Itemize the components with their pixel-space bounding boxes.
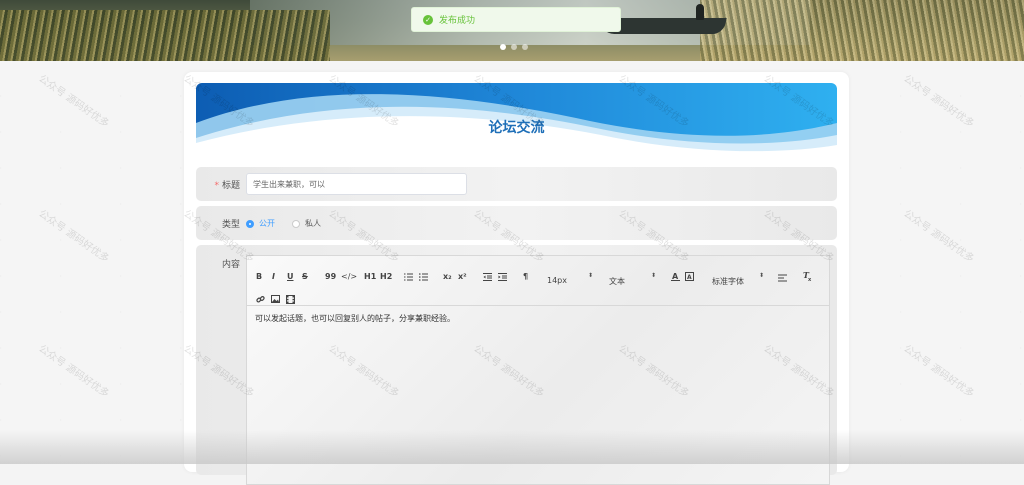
radio-public-circle — [246, 219, 254, 228]
title-input[interactable] — [246, 173, 467, 195]
align-icon[interactable] — [778, 274, 787, 284]
font-size-value: 14px — [547, 276, 567, 285]
header-select[interactable]: 文本 ⬍ — [609, 272, 656, 287]
header-1-button[interactable]: H1 — [364, 272, 376, 281]
check-circle-icon: ✓ — [423, 14, 433, 25]
title-label: * 标题 — [214, 181, 240, 191]
editor-content[interactable]: 可以发起话题，也可以回复别人的帖子，分享兼职经验。 — [255, 313, 455, 324]
banner-grass-left — [0, 10, 330, 61]
page-title: 论坛交流 — [488, 120, 545, 136]
font-family-value: 标准字体 — [712, 277, 744, 286]
svg-text:A: A — [687, 274, 692, 281]
font-family-caret-icon: ⬍ — [759, 272, 765, 279]
carousel-dot-1[interactable] — [500, 44, 506, 50]
clear-format-icon[interactable]: Tx — [803, 270, 812, 283]
title-form-row: * 标题 — [196, 167, 837, 201]
type-form-row: 类型 公开 私人 — [196, 206, 837, 240]
header-value: 文本 — [609, 277, 625, 286]
banner-boatman — [696, 4, 704, 20]
radio-private-label: 私人 — [305, 219, 321, 228]
subscript-button[interactable]: x₂ — [443, 272, 452, 281]
underline-button[interactable]: U — [287, 272, 294, 281]
carousel-dot-3[interactable] — [522, 44, 528, 50]
toast-message: 发布成功 — [439, 16, 476, 26]
indent-icon[interactable] — [498, 273, 507, 283]
header-2-button[interactable]: H2 — [380, 272, 392, 281]
content-form-row: 内容 B I U S 99 </> H1 H2 x₂ x² ¶ 14px ⬍ 文… — [196, 245, 837, 485]
background-color-icon[interactable]: A — [685, 272, 694, 283]
code-block-button[interactable]: </> — [341, 272, 357, 281]
type-label: 类型 — [221, 220, 240, 230]
editor-toolbar: B I U S 99 </> H1 H2 x₂ x² ¶ 14px ⬍ 文本 ⬍… — [247, 256, 829, 306]
rich-text-editor[interactable]: B I U S 99 </> H1 H2 x₂ x² ¶ 14px ⬍ 文本 ⬍… — [246, 255, 830, 485]
bullet-list-icon[interactable] — [419, 273, 428, 283]
image-icon[interactable] — [271, 295, 280, 305]
radio-private-circle — [292, 219, 300, 228]
svg-text:x: x — [808, 277, 812, 281]
outdent-icon[interactable] — [483, 273, 492, 283]
content-label: 内容 — [221, 260, 240, 270]
radio-public-label: 公开 — [259, 219, 275, 228]
link-icon[interactable] — [256, 295, 265, 306]
font-family-select[interactable]: 标准字体 ⬍ — [712, 272, 764, 287]
carousel-dot-2[interactable] — [511, 44, 517, 50]
font-size-select[interactable]: 14px ⬍ — [547, 272, 593, 285]
superscript-button[interactable]: x² — [458, 272, 467, 281]
radio-private[interactable]: 私人 — [292, 218, 321, 229]
header-caret-icon: ⬍ — [651, 272, 657, 279]
ordered-list-icon[interactable] — [404, 273, 413, 283]
radio-public[interactable]: 公开 — [246, 218, 275, 229]
blockquote-button[interactable]: 99 — [325, 272, 336, 281]
strike-button[interactable]: S — [302, 272, 308, 281]
banner-grass-right — [700, 0, 1024, 61]
video-icon[interactable] — [286, 295, 295, 306]
font-size-caret-icon: ⬍ — [588, 272, 594, 279]
required-mark: * — [214, 181, 219, 191]
carousel-indicators — [500, 44, 528, 50]
bold-button[interactable]: B — [256, 272, 262, 281]
italic-button[interactable]: I — [272, 272, 275, 281]
direction-button[interactable]: ¶ — [523, 272, 528, 281]
success-toast: ✓ 发布成功 — [411, 7, 621, 32]
page-header: 论坛交流 — [196, 83, 837, 163]
svg-text:A: A — [672, 272, 679, 281]
text-color-icon[interactable]: A — [671, 272, 680, 283]
